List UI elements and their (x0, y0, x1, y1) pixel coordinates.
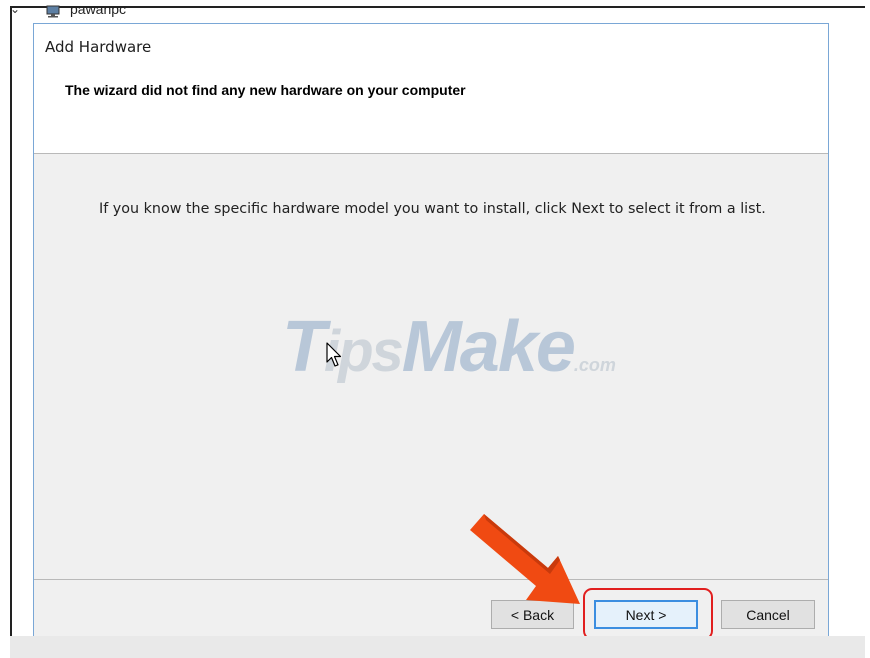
watermark-first-letter: T (282, 307, 326, 387)
wizard-instructions: If you know the specific hardware model … (99, 201, 766, 217)
add-hardware-dialog: Add Hardware The wizard did not find any… (33, 23, 829, 643)
computer-name-label: pawanpc (70, 1, 127, 17)
status-bar (10, 636, 865, 658)
cancel-button[interactable]: Cancel (721, 600, 815, 629)
wizard-heading: The wizard did not find any new hardware… (65, 82, 466, 98)
watermark-brand: Make (401, 307, 576, 387)
dialog-title: Add Hardware (45, 38, 152, 56)
footer-divider (34, 579, 828, 580)
computer-icon (46, 5, 60, 18)
mouse-pointer-icon (326, 342, 342, 367)
arrow-annotation-icon (470, 514, 580, 604)
wizard-header: Add Hardware The wizard did not find any… (34, 24, 828, 154)
watermark-suffix: .com (573, 355, 616, 375)
next-button-highlight (583, 588, 713, 640)
chevron-down-icon[interactable]: ⌄ (10, 2, 20, 16)
